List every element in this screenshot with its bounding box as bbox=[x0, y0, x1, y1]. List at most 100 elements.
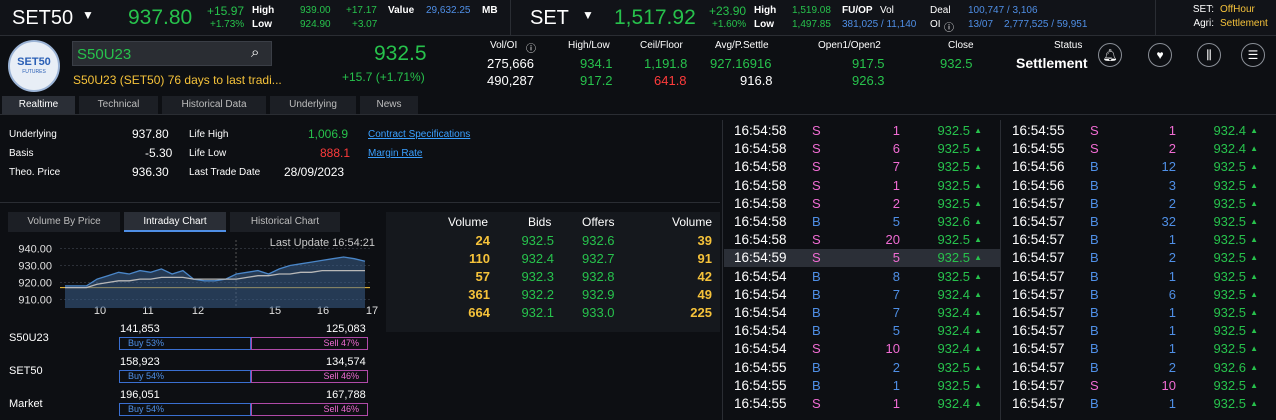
bid-volume: 57 bbox=[475, 269, 490, 284]
offer-price[interactable]: 932.9 bbox=[582, 286, 615, 304]
tick-side: S bbox=[812, 177, 821, 193]
tick-time: 16:54:58 bbox=[734, 232, 787, 248]
agri-status-label: Agri: bbox=[1193, 18, 1214, 29]
tab-historical-chart[interactable]: Historical Chart bbox=[230, 212, 340, 232]
tab-underlying[interactable]: Underlying bbox=[270, 96, 356, 114]
oi-date: 13/07 bbox=[968, 19, 994, 30]
index-change: +15.97 bbox=[207, 4, 245, 18]
bid-price[interactable]: 932.4 bbox=[521, 250, 554, 268]
candlestick-icon[interactable]: ⫼ bbox=[1197, 43, 1221, 67]
tick-row: 16:54:58 S 1 932.5 ▲ bbox=[724, 122, 1000, 140]
tick-price: 932.4 bbox=[937, 286, 970, 302]
tab-news[interactable]: News bbox=[360, 96, 418, 114]
index2-symbol[interactable]: SET bbox=[530, 7, 569, 30]
tick-time: 16:54:57 bbox=[1012, 305, 1065, 320]
ticker-left: 16:54:58 S 1 932.5 ▲ 16:54:58 S 6 932.5 … bbox=[724, 122, 1000, 418]
open1: 917.5 bbox=[852, 56, 885, 71]
bid-price[interactable]: 932.2 bbox=[521, 286, 554, 304]
close: 932.5 bbox=[940, 56, 973, 71]
tick-volume: 5 bbox=[892, 250, 900, 266]
tick-row: 16:54:54 B 7 932.4 ▲ bbox=[724, 304, 1000, 322]
tick-time: 16:54:54 bbox=[734, 268, 787, 284]
bid-price[interactable]: 932.3 bbox=[521, 268, 554, 286]
offer-price[interactable]: 932.8 bbox=[582, 268, 615, 286]
caret-up-icon: ▲ bbox=[974, 126, 982, 135]
high-label: High bbox=[252, 5, 275, 16]
heart-icon[interactable]: ♥ bbox=[1148, 43, 1172, 67]
tick-row: 16:54:57 B 2 932.5 ▲ bbox=[1002, 195, 1276, 213]
book-h-offers: Offers bbox=[582, 215, 615, 229]
offer-price[interactable]: 932.6 bbox=[582, 232, 615, 250]
tick-price: 932.5 bbox=[1213, 195, 1246, 211]
tick-side: S bbox=[812, 141, 821, 157]
bid-volume: 110 bbox=[469, 251, 490, 266]
oi-label: OI bbox=[930, 19, 941, 30]
tick-row: 16:54:56 B 12 932.5 ▲ bbox=[1002, 158, 1276, 176]
tick-price: 932.5 bbox=[937, 359, 970, 375]
info-icon[interactable]: ⓘ bbox=[526, 40, 536, 55]
tick-price: 932.6 bbox=[1213, 359, 1246, 375]
margin-rate-link[interactable]: Margin Rate bbox=[368, 148, 422, 159]
tick-price: 932.5 bbox=[937, 268, 970, 284]
chevron-down-icon[interactable]: ▼ bbox=[82, 8, 94, 22]
tick-price: 932.5 bbox=[1213, 323, 1246, 339]
floor: 641.8 bbox=[654, 73, 687, 88]
divider bbox=[0, 202, 720, 203]
contract-spec-link[interactable]: Contract Specifications bbox=[368, 129, 470, 140]
tick-row: 16:54:57 B 6 932.5 ▲ bbox=[1002, 286, 1276, 304]
tab-historical-data[interactable]: Historical Data bbox=[162, 96, 266, 114]
open-interest: 490,287 bbox=[487, 73, 534, 88]
chevron-down-icon[interactable]: ▼ bbox=[582, 8, 594, 22]
top-bar: SET50 ▼ 937.80 +15.97 +1.73% High Low 93… bbox=[0, 0, 1276, 36]
bs-sell-label: Sell 46% bbox=[323, 404, 359, 414]
basis-value: -5.30 bbox=[145, 146, 173, 160]
book-h-bids: Bids bbox=[528, 215, 552, 229]
mb-label: MB bbox=[482, 5, 498, 16]
tick-price: 932.4 bbox=[1213, 123, 1246, 138]
tick-side: S bbox=[812, 232, 821, 248]
symbol-search-box[interactable]: ⌕ bbox=[72, 41, 272, 66]
chart-last-update: Last Update 16:54:21 bbox=[270, 237, 375, 249]
bs-sell-vol: 134,574 bbox=[326, 356, 366, 368]
tick-row: 16:54:57 B 1 932.5 ▲ bbox=[1002, 395, 1276, 413]
caret-up-icon: ▲ bbox=[974, 144, 982, 154]
tick-side: S bbox=[812, 341, 821, 357]
tab-realtime[interactable]: Realtime bbox=[2, 96, 75, 114]
tick-volume: 2 bbox=[892, 195, 900, 211]
tab-volume-by-price[interactable]: Volume By Price bbox=[8, 212, 120, 232]
y-tick-label: 930.00 bbox=[18, 261, 52, 273]
index-symbol[interactable]: SET50 bbox=[12, 7, 73, 30]
bid-price[interactable]: 932.5 bbox=[521, 232, 554, 250]
tick-row: 16:54:58 S 2 932.5 ▲ bbox=[724, 195, 1000, 213]
caret-up-icon: ▲ bbox=[974, 362, 982, 372]
info-icon[interactable]: ⓘ bbox=[944, 19, 954, 34]
menu-icon[interactable]: ☰ bbox=[1241, 43, 1265, 67]
bell-icon[interactable]: 🔔︎ bbox=[1098, 43, 1122, 67]
bid-price[interactable]: 932.1 bbox=[521, 304, 554, 322]
offer-price[interactable]: 933.0 bbox=[582, 304, 615, 322]
tick-row: 16:54:54 B 5 932.4 ▲ bbox=[724, 322, 1000, 340]
tick-volume: 2 bbox=[892, 359, 900, 375]
tab-technical[interactable]: Technical bbox=[79, 96, 158, 114]
divider bbox=[1000, 120, 1001, 420]
divider bbox=[510, 0, 511, 36]
offer-price[interactable]: 932.7 bbox=[582, 250, 615, 268]
tick-time: 16:54:59 bbox=[734, 250, 787, 266]
tick-side: B bbox=[1090, 341, 1099, 357]
tick-row: 16:54:57 S 10 932.5 ▲ bbox=[1002, 377, 1276, 395]
tick-volume: 1 bbox=[1168, 396, 1176, 411]
search-icon[interactable]: ⌕ bbox=[251, 44, 259, 61]
book-row: 57 932.3 932.8 42 bbox=[386, 268, 720, 286]
caret-up-icon: ▲ bbox=[1250, 380, 1258, 390]
bs-buy-bar: Buy 54% bbox=[119, 403, 251, 416]
tab-intraday-chart[interactable]: Intraday Chart bbox=[124, 212, 226, 232]
bs-buy-label: Buy 54% bbox=[128, 404, 165, 414]
offer-volume: 225 bbox=[690, 305, 712, 320]
chart-tabs: Volume By Price Intraday Chart Historica… bbox=[0, 212, 385, 232]
tick-side: S bbox=[1090, 377, 1099, 393]
tick-time: 16:54:55 bbox=[734, 377, 787, 393]
set-status: OffHour bbox=[1220, 4, 1255, 15]
high-label: High bbox=[754, 5, 777, 16]
symbol-search-input[interactable] bbox=[77, 44, 237, 64]
tick-volume: 5 bbox=[892, 323, 900, 339]
